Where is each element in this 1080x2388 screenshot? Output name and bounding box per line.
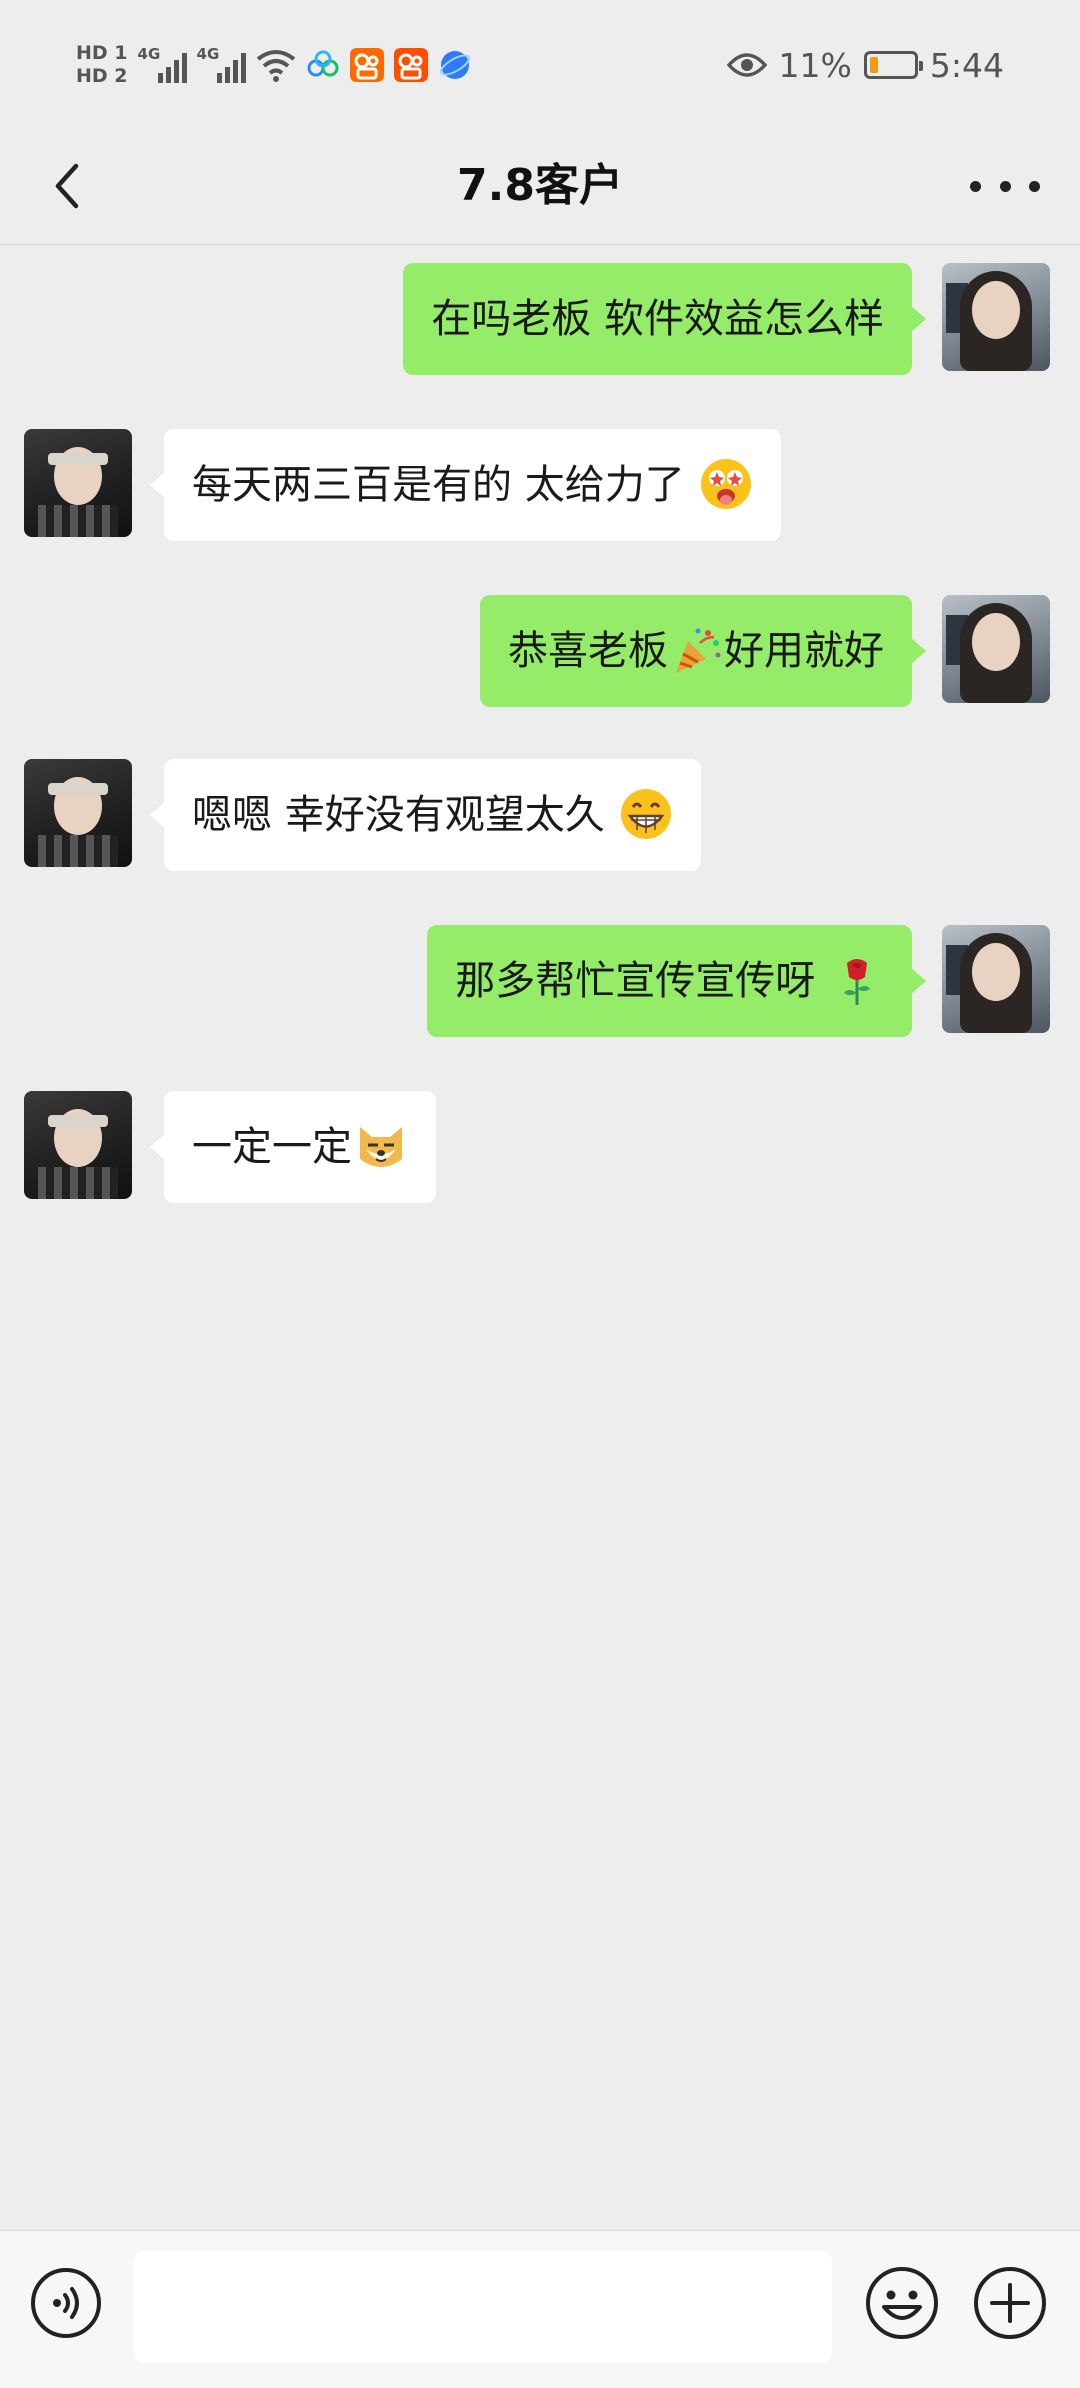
kuaishou-app-icon <box>349 48 384 82</box>
message-bubble[interactable]: 恭喜老板 好用就好 <box>480 595 926 707</box>
message-text: 每天两三百是有的 太给力了 <box>192 462 685 508</box>
battery-icon <box>863 51 923 79</box>
status-right: 11% 5:44 <box>726 40 1004 90</box>
clock: 5:44 <box>929 45 1004 85</box>
battery-percent: 11% <box>778 45 852 85</box>
grin-emoji-icon <box>621 789 672 839</box>
message-outgoing: 那多帮忙宣传宣传呀 <box>0 925 1080 1041</box>
network-type-label-2: 4G <box>196 45 220 63</box>
message-text: 在吗老板 软件效益怎么样 <box>431 296 884 342</box>
network-type-label: 4G <box>137 45 161 63</box>
party-popper-emoji-icon <box>676 628 721 673</box>
rose-emoji-icon <box>844 959 870 1005</box>
back-icon[interactable] <box>40 156 100 216</box>
message-input[interactable] <box>134 2251 832 2363</box>
message-incoming: 一定一定 <box>0 1091 1080 1207</box>
input-bar <box>0 2230 1080 2388</box>
signal-icon-2: 4G <box>196 45 246 83</box>
message-list[interactable]: 在吗老板 软件效益怎么样 每天两三百是有的 太给力了 恭喜老板 好用就好 嗯嗯 … <box>0 245 1080 2230</box>
kuaishou-app-icon-2 <box>393 48 428 82</box>
message-bubble[interactable]: 嗯嗯 幸好没有观望太久 <box>149 759 702 871</box>
message-text: 嗯嗯 幸好没有观望太久 <box>192 792 605 838</box>
browser-app-icon <box>439 51 470 79</box>
chat-screen: HD 1 HD 2 4G 4G 11% 5:44 7.8客户 在吗老板 软件效益… <box>0 0 1080 2388</box>
eye-icon <box>726 53 767 77</box>
avatar-contact[interactable] <box>24 429 132 537</box>
message-bubble[interactable]: 在吗老板 软件效益怎么样 <box>403 263 926 375</box>
hd2-label: HD 2 <box>76 65 128 87</box>
message-outgoing: 恭喜老板 好用就好 <box>0 595 1080 711</box>
chat-header: 7.8客户 <box>0 128 1080 245</box>
avatar-contact[interactable] <box>24 759 132 867</box>
hd1-label: HD 1 <box>76 42 128 64</box>
signal-icon: 4G <box>137 45 187 83</box>
plus-icon[interactable] <box>972 2265 1048 2341</box>
message-text-after: 好用就好 <box>724 628 884 674</box>
avatar-self[interactable] <box>942 595 1050 703</box>
avatar-contact[interactable] <box>24 1091 132 1199</box>
more-options-icon[interactable] <box>970 156 1040 216</box>
message-incoming: 嗯嗯 幸好没有观望太久 <box>0 759 1080 875</box>
message-text: 那多帮忙宣传宣传呀 <box>455 958 816 1004</box>
avatar-self[interactable] <box>942 263 1050 371</box>
message-text: 一定一定 <box>192 1124 352 1170</box>
status-left: HD 1 HD 2 4G 4G <box>76 30 472 100</box>
avatar-self[interactable] <box>942 925 1050 1033</box>
wifi-icon <box>256 50 295 82</box>
voice-input-icon[interactable] <box>30 2267 102 2339</box>
message-bubble[interactable]: 一定一定 <box>150 1091 436 1203</box>
message-bubble[interactable]: 那多帮忙宣传宣传呀 <box>427 925 926 1037</box>
message-bubble[interactable]: 每天两三百是有的 太给力了 <box>149 429 782 541</box>
star-eyes-tongue-emoji-icon <box>701 459 752 509</box>
message-outgoing: 在吗老板 软件效益怎么样 <box>0 263 1080 379</box>
doge-emoji-icon <box>360 1127 402 1167</box>
message-text: 恭喜老板 <box>508 628 668 674</box>
emoji-icon[interactable] <box>864 2265 940 2341</box>
cloud-app-icon <box>307 50 339 77</box>
hd-indicator: HD 1 HD 2 <box>76 44 128 86</box>
status-bar: HD 1 HD 2 4G 4G 11% 5:44 <box>0 0 1080 128</box>
message-incoming: 每天两三百是有的 太给力了 <box>0 429 1080 545</box>
chat-title: 7.8客户 <box>457 160 623 211</box>
